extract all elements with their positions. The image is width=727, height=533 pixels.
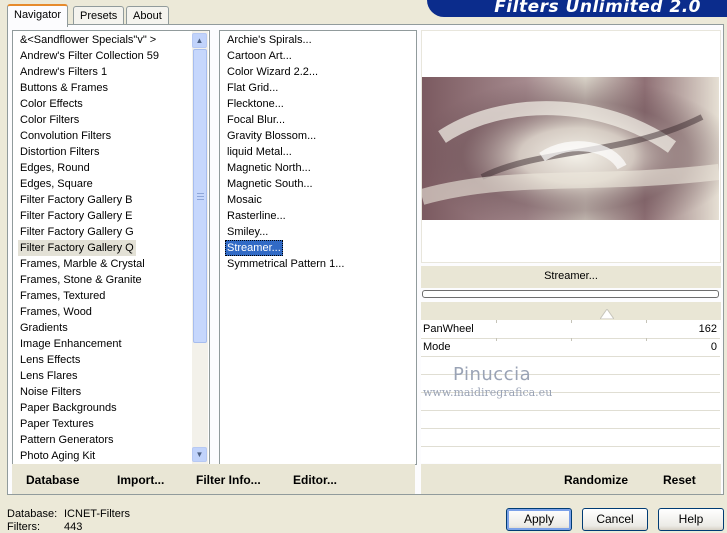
list-item[interactable]: liquid Metal... [225, 144, 294, 160]
tab-presets[interactable]: Presets [73, 6, 125, 25]
slider-thumb-icon[interactable] [600, 309, 614, 319]
param-label: Mode [423, 341, 451, 353]
right-toolbar: Randomize Reset [421, 464, 721, 494]
list-item[interactable]: Flecktone... [225, 96, 286, 112]
list-item[interactable]: Frames, Wood [18, 304, 94, 320]
cancel-button[interactable]: Cancel [582, 508, 648, 531]
watermark-name: Pinuccia [453, 364, 532, 385]
tab-about[interactable]: About [126, 6, 169, 25]
apply-button[interactable]: Apply [506, 508, 572, 531]
status-filters-value: 443 [64, 521, 83, 533]
list-item[interactable]: &<Sandflower Specials"v" > [18, 32, 158, 48]
import-button[interactable]: Import... [117, 473, 164, 487]
filter-list[interactable]: Archie's Spirals... Cartoon Art... Color W… [219, 30, 417, 465]
param-value: 162 [698, 323, 717, 335]
filter-name-label: Streamer... [544, 270, 598, 282]
param-label: PanWheel [423, 323, 474, 335]
list-item[interactable]: Filter Factory Gallery E [18, 208, 134, 224]
filter-name-bar: Streamer... [421, 266, 721, 288]
list-item[interactable]: Noise Filters [18, 384, 83, 400]
tab-navigator[interactable]: Navigator [7, 4, 69, 27]
list-item[interactable]: Flat Grid... [225, 80, 280, 96]
list-item[interactable]: Convolution Filters [18, 128, 113, 144]
list-item[interactable]: Photo Aging Kit [18, 448, 97, 464]
list-item[interactable]: Filter Factory Gallery G [18, 224, 136, 240]
param-row-mode[interactable]: Mode 0 [421, 338, 720, 357]
status-database-label: Database: [7, 508, 58, 520]
list-item[interactable]: Smiley... [225, 224, 270, 240]
category-scrollbar[interactable]: ▲ ▼ [192, 31, 208, 464]
scroll-up-icon[interactable]: ▲ [192, 33, 207, 48]
list-item[interactable]: Pattern Generators [18, 432, 116, 448]
list-item[interactable]: Magnetic South... [225, 176, 315, 192]
list-item[interactable]: Gravity Blossom... [225, 128, 318, 144]
list-item[interactable]: Color Wizard 2.2... [225, 64, 320, 80]
list-item[interactable]: Symmetrical Pattern 1... [225, 256, 346, 272]
list-item[interactable]: Focal Blur... [225, 112, 287, 128]
list-item[interactable]: Andrew's Filter Collection 59 [18, 48, 161, 64]
list-item[interactable]: Rasterline... [225, 208, 288, 224]
scroll-thumb[interactable] [193, 49, 207, 343]
list-item[interactable]: Filter Factory Gallery B [18, 192, 134, 208]
left-toolbar: Database Import... Filter Info... Editor… [12, 464, 415, 494]
list-item[interactable]: Lens Effects [18, 352, 82, 368]
list-item[interactable]: Color Filters [18, 112, 81, 128]
list-item[interactable]: Edges, Square [18, 176, 95, 192]
filter-info-button[interactable]: Filter Info... [196, 473, 261, 487]
list-item[interactable]: Magnetic North... [225, 160, 313, 176]
param-slider-track[interactable] [421, 302, 721, 320]
progress-bar [422, 290, 719, 298]
list-item[interactable]: Edges, Round [18, 160, 92, 176]
param-row-empty [421, 410, 720, 429]
list-item[interactable]: Distortion Filters [18, 144, 101, 160]
list-item[interactable]: Andrew's Filters 1 [18, 64, 109, 80]
scroll-down-icon[interactable]: ▼ [192, 447, 207, 462]
list-item[interactable]: Paper Backgrounds [18, 400, 119, 416]
param-value: 0 [710, 341, 717, 353]
list-item[interactable]: Lens Flares [18, 368, 79, 384]
randomize-button[interactable]: Randomize [564, 473, 628, 487]
list-item[interactable]: Color Effects [18, 96, 85, 112]
list-item[interactable]: Gradients [18, 320, 70, 336]
reset-button[interactable]: Reset [663, 473, 696, 487]
list-item[interactable]: Frames, Stone & Granite [18, 272, 144, 288]
status-database-value: ICNET-Filters [64, 508, 130, 520]
list-item[interactable]: Streamer... [225, 240, 283, 256]
status-filters-label: Filters: [7, 521, 40, 533]
preview-image [422, 77, 719, 220]
list-item[interactable]: Frames, Marble & Crystal [18, 256, 147, 272]
param-row-panwheel[interactable]: PanWheel 162 [421, 320, 720, 339]
list-item[interactable]: Archie's Spirals... [225, 32, 314, 48]
list-item[interactable]: Buttons & Frames [18, 80, 110, 96]
database-button[interactable]: Database [26, 473, 79, 487]
list-item[interactable]: Mosaic [225, 192, 264, 208]
app-title-banner: Filters Unlimited 2.0 [427, 0, 727, 17]
list-item[interactable]: Filter Factory Gallery Q [18, 240, 136, 256]
list-item[interactable]: Cartoon Art... [225, 48, 294, 64]
param-row-empty [421, 428, 720, 447]
category-list[interactable]: &<Sandflower Specials"v" > Andrew's Filte… [12, 30, 210, 465]
list-item[interactable]: Image Enhancement [18, 336, 124, 352]
help-button[interactable]: Help [658, 508, 724, 531]
watermark-url: www.maidiregrafica.eu [423, 386, 553, 399]
list-item[interactable]: Paper Textures [18, 416, 96, 432]
list-item[interactable]: Frames, Textured [18, 288, 107, 304]
editor-button[interactable]: Editor... [293, 473, 337, 487]
